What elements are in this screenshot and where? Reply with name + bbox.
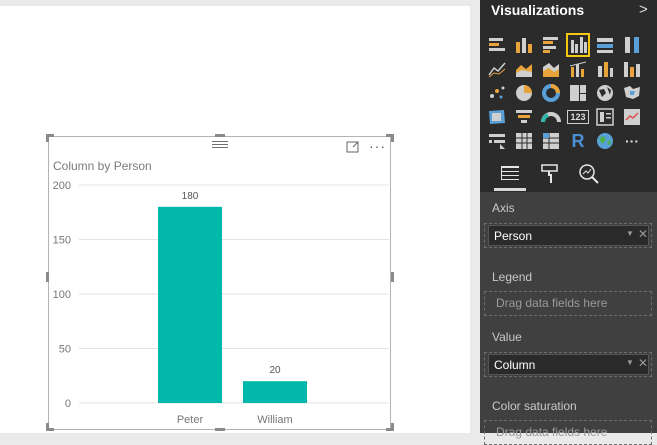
x-tick-label: Peter bbox=[177, 414, 204, 426]
100-stacked-column-icon[interactable] bbox=[621, 34, 643, 56]
bar-william bbox=[243, 381, 307, 403]
visual-type-grid: 123 R ··· bbox=[480, 30, 657, 158]
more-icon[interactable]: ··· bbox=[621, 130, 643, 152]
line-chart-icon[interactable] bbox=[486, 58, 508, 80]
x-tick-label: William bbox=[257, 414, 292, 426]
table-icon[interactable] bbox=[513, 130, 535, 152]
area-chart-icon[interactable] bbox=[513, 58, 535, 80]
globe-icon[interactable] bbox=[594, 130, 616, 152]
axis-field-pill[interactable]: Person ▼ ✕ bbox=[488, 225, 649, 246]
donut-chart-icon[interactable] bbox=[540, 82, 562, 104]
slicer-icon[interactable] bbox=[486, 130, 508, 152]
chevron-down-icon[interactable]: ▼ bbox=[626, 229, 634, 238]
value-well[interactable]: Column ▼ ✕ bbox=[484, 352, 652, 377]
line-stacked-column-icon[interactable] bbox=[594, 58, 616, 80]
r-visual-icon[interactable]: R bbox=[567, 130, 589, 152]
color-saturation-well-label: Color saturation bbox=[492, 399, 577, 413]
map-icon[interactable] bbox=[594, 82, 616, 104]
resize-handle-top-right[interactable] bbox=[391, 134, 394, 142]
resize-handle-top[interactable] bbox=[215, 134, 225, 137]
value-field-pill[interactable]: Column ▼ ✕ bbox=[488, 354, 649, 375]
gauge-icon[interactable] bbox=[540, 106, 562, 128]
y-tick-label: 200 bbox=[53, 180, 71, 192]
card-icon[interactable]: 123 bbox=[567, 106, 589, 128]
visualizations-pane: Visualizations > 123 R ··· Axis Person ▼ bbox=[480, 0, 657, 445]
legend-well[interactable]: Drag data fields here bbox=[484, 291, 652, 316]
y-tick-label: 150 bbox=[53, 235, 71, 247]
report-page[interactable]: ··· Column by Person 0 50 100 150 200 180 Pete… bbox=[0, 6, 470, 433]
stacked-area-icon[interactable] bbox=[540, 58, 562, 80]
resize-handle-bottom-right[interactable] bbox=[391, 423, 394, 431]
pane-tabs bbox=[480, 158, 657, 192]
shape-map-icon[interactable] bbox=[486, 106, 508, 128]
legend-well-label: Legend bbox=[492, 270, 533, 284]
resize-handle-right[interactable] bbox=[391, 272, 394, 282]
format-paint-roller-icon[interactable] bbox=[537, 162, 563, 186]
legend-placeholder: Drag data fields here bbox=[496, 296, 608, 310]
remove-field-icon[interactable]: ✕ bbox=[638, 356, 648, 370]
line-column-icon[interactable] bbox=[567, 58, 589, 80]
stacked-column-icon[interactable] bbox=[513, 34, 535, 56]
treemap-icon[interactable] bbox=[567, 82, 589, 104]
column-chart-visual[interactable]: ··· Column by Person 0 50 100 150 200 180 Pete… bbox=[48, 136, 391, 430]
remove-field-icon[interactable]: ✕ bbox=[638, 227, 648, 241]
matrix-icon[interactable] bbox=[540, 130, 562, 152]
more-icon-label: ··· bbox=[625, 133, 639, 149]
filled-map-icon[interactable] bbox=[621, 82, 643, 104]
value-field-name: Column bbox=[494, 358, 536, 372]
y-tick-label: 100 bbox=[53, 289, 71, 301]
field-wells: Axis Person ▼ ✕ Legend Drag data fields … bbox=[480, 192, 657, 445]
r-visual-icon-label: R bbox=[571, 131, 585, 151]
ribbon-chart-icon[interactable] bbox=[621, 58, 643, 80]
pie-chart-icon[interactable] bbox=[513, 82, 535, 104]
data-label: 20 bbox=[269, 365, 281, 376]
stacked-bar-icon[interactable] bbox=[486, 34, 508, 56]
resize-handle-bottom-left[interactable] bbox=[46, 423, 49, 431]
y-tick-label: 0 bbox=[65, 398, 71, 410]
chart-plot: 0 50 100 150 200 180 Peter 20 William bbox=[53, 180, 389, 426]
y-tick-label: 50 bbox=[59, 344, 71, 356]
collapse-chevron-icon[interactable]: > bbox=[639, 1, 648, 18]
chevron-down-icon[interactable]: ▼ bbox=[626, 358, 634, 367]
axis-field-name: Person bbox=[494, 229, 533, 243]
data-label: 180 bbox=[182, 191, 199, 202]
clustered-column-icon[interactable] bbox=[566, 33, 590, 57]
pane-title: Visualizations bbox=[491, 2, 585, 18]
clustered-bar-icon[interactable] bbox=[540, 34, 562, 56]
color-saturation-placeholder: Drag data fields here bbox=[496, 425, 608, 439]
resize-handle-left[interactable] bbox=[46, 272, 49, 282]
multi-row-card-icon[interactable] bbox=[594, 106, 616, 128]
bar-peter bbox=[158, 206, 222, 403]
card-icon-label: 123 bbox=[567, 110, 589, 124]
resize-handle-top-left[interactable] bbox=[46, 134, 49, 142]
analytics-magnifier-icon[interactable] bbox=[576, 162, 602, 186]
axis-well-label: Axis bbox=[492, 201, 515, 215]
funnel-icon[interactable] bbox=[513, 106, 535, 128]
axis-well[interactable]: Person ▼ ✕ bbox=[484, 223, 652, 248]
report-canvas: ··· Column by Person 0 50 100 150 200 180 Pete… bbox=[0, 0, 480, 433]
100-stacked-bar-icon[interactable] bbox=[594, 34, 616, 56]
resize-handle-bottom[interactable] bbox=[215, 428, 225, 431]
value-well-label: Value bbox=[492, 330, 522, 344]
active-tab-indicator bbox=[494, 188, 526, 191]
fields-tab-icon[interactable] bbox=[497, 162, 523, 186]
pane-header: Visualizations > bbox=[480, 0, 657, 30]
kpi-icon[interactable] bbox=[621, 106, 643, 128]
scatter-chart-icon[interactable] bbox=[486, 82, 508, 104]
